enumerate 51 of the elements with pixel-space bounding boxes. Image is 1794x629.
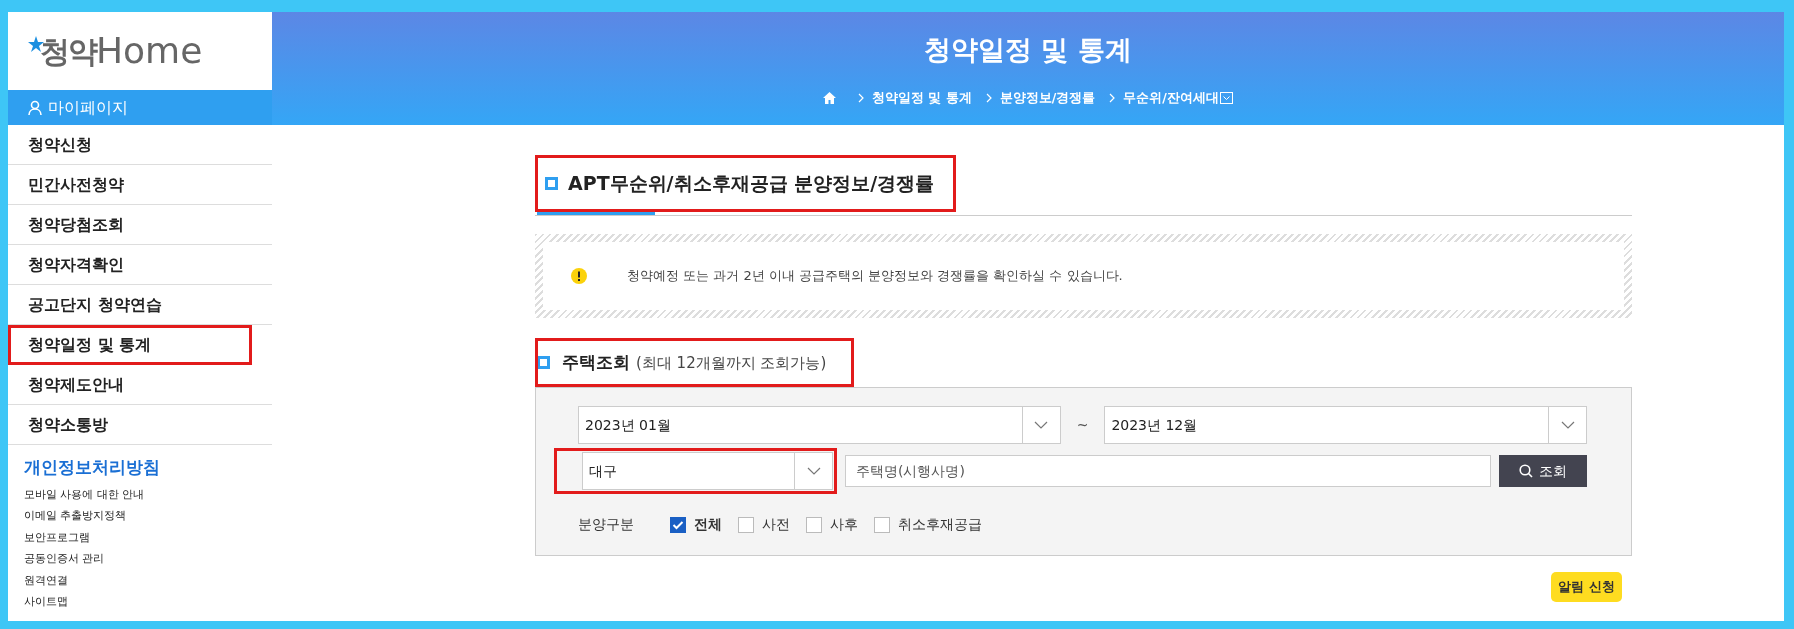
footer-link[interactable]: 공동인증서 관리 <box>8 549 272 571</box>
section-title: APT무순위/취소후재공급 분양정보/경쟁률 <box>568 171 935 196</box>
footer-link[interactable]: 모바일 사용에 대한 안내 <box>8 484 272 506</box>
logo-text[interactable]: Home <box>96 24 203 78</box>
logo-text[interactable]: 청약 <box>40 28 96 74</box>
checkbox-label[interactable]: 사후 <box>830 514 858 535</box>
footer-link[interactable]: 사이트맵 <box>8 592 272 614</box>
chevron-down-icon <box>806 467 821 475</box>
page-title: 청약일정 및 통계 <box>924 33 1132 67</box>
sidebar-item[interactable]: 청약당첨조회 <box>8 205 272 245</box>
bullet-square-icon <box>537 355 550 369</box>
chevron-right-icon <box>985 92 992 103</box>
section-title: 주택조회 <box>562 350 630 374</box>
sidebar-item[interactable]: 청약소통방 <box>8 405 272 445</box>
chevron-right-icon <box>1109 92 1116 103</box>
sidebar-item[interactable]: 민간사전청약 <box>8 165 272 205</box>
sidebar-item[interactable]: 청약신청 <box>8 125 272 165</box>
checkbox[interactable] <box>670 516 686 533</box>
region-select[interactable]: 대구 <box>582 452 833 490</box>
start-month-select[interactable]: 2023년 01월 <box>578 406 1061 444</box>
chevron-down-icon <box>1034 421 1049 429</box>
privacy-policy-link[interactable]: 개인정보처리방침 <box>8 445 272 485</box>
home-icon[interactable] <box>823 91 837 104</box>
range-separator: ~ <box>1076 415 1089 435</box>
checkbox[interactable] <box>738 516 754 533</box>
sidebar-item[interactable]: 공고단지 청약연습 <box>8 285 272 325</box>
warning-icon <box>571 267 587 284</box>
person-icon <box>28 99 42 116</box>
alert-request-button[interactable]: 알림 신청 <box>1551 572 1622 602</box>
sidebar-item[interactable]: 청약일정 및 통계 <box>8 325 252 365</box>
housing-name-field[interactable]: 주택명(시행사명) <box>845 455 1491 487</box>
chevron-down-icon <box>1560 421 1575 429</box>
footer-link[interactable]: 보안프로그램 <box>8 527 272 549</box>
end-month-select[interactable]: 2023년 12월 <box>1104 406 1587 444</box>
chevron-right-icon <box>858 92 865 103</box>
checkbox-label[interactable]: 전체 <box>694 514 722 535</box>
search-icon <box>1519 464 1533 478</box>
checkbox-label[interactable]: 취소후재공급 <box>898 514 982 535</box>
type-label: 분양구분 <box>578 515 635 534</box>
search-button[interactable]: 조회 <box>1499 455 1587 487</box>
notice-text: 청약예정 또는 과거 2년 이내 공급주택의 분양정보와 경쟁률을 확인하실 수 있습니다. <box>627 266 1123 285</box>
checkbox-label[interactable]: 사전 <box>762 514 790 535</box>
dropdown-icon[interactable] <box>1219 91 1233 104</box>
footer-link[interactable]: 이메일 추출방지정책 <box>8 506 272 528</box>
bullet-square-icon <box>545 176 558 190</box>
sidebar-item[interactable]: 청약제도안내 <box>8 365 272 405</box>
sidebar-item[interactable]: 청약자격확인 <box>8 245 272 285</box>
checkbox[interactable] <box>874 516 890 533</box>
section-note: (최대 12개월까지 조회가능) <box>636 352 827 374</box>
checkbox[interactable] <box>806 516 822 533</box>
footer-link[interactable]: 원격연결 <box>8 570 272 592</box>
